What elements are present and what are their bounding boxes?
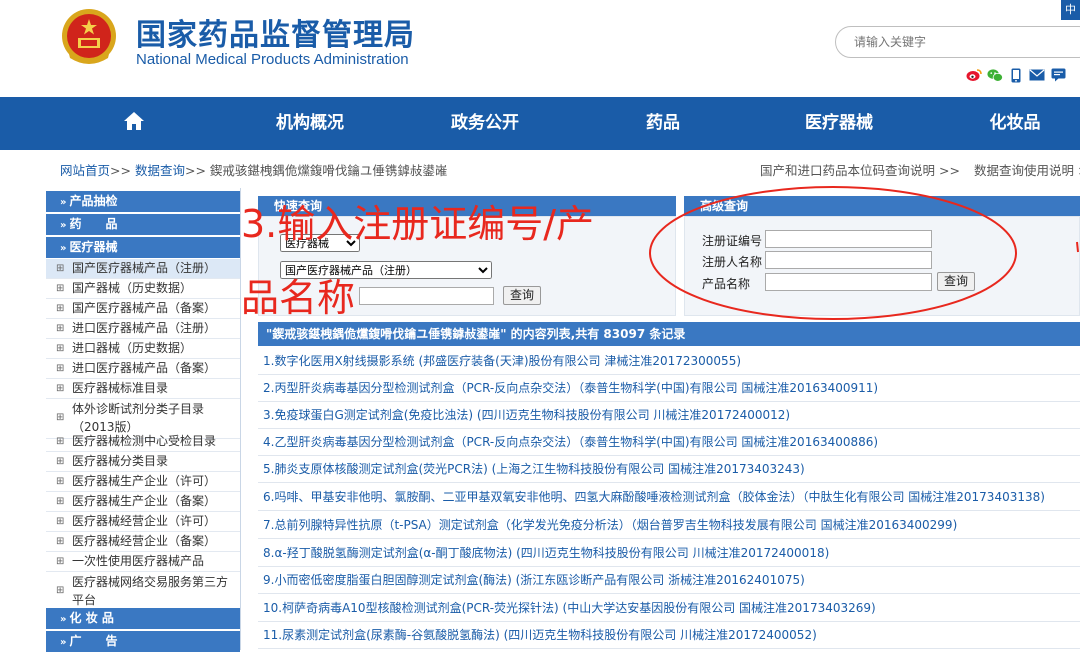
breadcrumb-separator: >> xyxy=(184,163,206,178)
result-row[interactable]: 5.肺炎支原体核酸测定试剂盒(荧光PCR法) (上海之江生物科技股份有限公司 国… xyxy=(258,456,1080,483)
breadcrumb-separator: >> xyxy=(110,163,131,178)
data-query-help-link[interactable]: 数据查询使用说明 xyxy=(974,163,1074,178)
plus-box-icon: ⊞ xyxy=(56,585,65,596)
sidebar-header-drugs[interactable]: » 药 品 xyxy=(46,214,240,235)
result-row[interactable]: 9.小而密低密度脂蛋白胆固醇测定试剂盒(酶法) (浙江东瓯诊断产品有限公司 浙械… xyxy=(258,567,1080,594)
nav-item-drugs[interactable]: 药品 xyxy=(603,97,723,150)
sidebar-item[interactable]: ⊞ 医疗器械经营企业（备案） xyxy=(46,532,240,552)
sidebar: » 产品抽检 » 药 品 » 医疗器械 ⊞ 国产医疗器械产品（注册） ⊞ 国产器械（历史数… xyxy=(46,188,241,652)
share-icon-group xyxy=(966,66,1066,84)
plus-box-icon: ⊞ xyxy=(56,283,65,294)
plus-box-icon: ⊞ xyxy=(56,303,65,314)
plus-box-icon: ⊞ xyxy=(56,412,65,423)
home-icon xyxy=(124,112,144,130)
sidebar-item[interactable]: ⊞ 医疗器械检测中心受检目录 xyxy=(46,432,240,452)
sidebar-item[interactable]: ⊞ 进口器械（历史数据） xyxy=(46,339,240,359)
result-row[interactable]: 1.数字化医用X射线摄影系统 (邦盛医疗装备(天津)股份有限公司 津械注准201… xyxy=(258,348,1080,375)
result-row[interactable]: 2.丙型肝炎病毒基因分型检测试剂盒（PCR-反向点杂交法）（泰普生物科学(中国)… xyxy=(258,375,1080,402)
sidebar-header-sampling[interactable]: » 产品抽检 xyxy=(46,191,240,212)
sidebar-item[interactable]: ⊞ 国产医疗器械产品（注册） xyxy=(46,259,240,279)
nav-item-about[interactable]: 机构概况 xyxy=(250,97,370,150)
plus-box-icon: ⊞ xyxy=(56,363,65,374)
drug-code-help-link[interactable]: 国产和进口药品本位码查询说明 xyxy=(760,163,935,178)
nav-item-cosmetics[interactable]: 化妆品 xyxy=(955,97,1075,150)
nav-item-devices[interactable]: 医疗器械 xyxy=(779,97,899,150)
plus-box-icon: ⊞ xyxy=(56,556,65,567)
help-links: 国产和进口药品本位码查询说明 >> 数据查询使用说明 > xyxy=(760,160,1080,179)
plus-box-icon: ⊞ xyxy=(56,323,65,334)
sidebar-header-cosmetics[interactable]: » 化 妆 品 xyxy=(46,608,240,629)
plus-box-icon: ⊞ xyxy=(56,496,65,507)
national-emblem-logo xyxy=(58,6,120,68)
sidebar-header-ads[interactable]: » 广 告 xyxy=(46,631,240,652)
breadcrumb: 网站首页>> 数据查询>> 鍥戒骇鍖栧鍝佹爣鍑嗗伐鑰ユ倕镌鎼敊鍙嶉 xyxy=(60,160,447,179)
site-title: 国家药品监督管理局 xyxy=(136,18,415,53)
plus-box-icon: ⊞ xyxy=(56,383,65,394)
result-row[interactable]: 10.柯萨奇病毒A10型核酸检测试剂盒(PCR-荧光探针法) (中山大学达安基因… xyxy=(258,595,1080,622)
annotation-ellipse xyxy=(649,186,1079,320)
annotation-text: 品名称 xyxy=(241,276,356,320)
language-switch[interactable]: 中 xyxy=(1061,0,1080,20)
sidebar-item[interactable]: ⊞ 医疗器械网络交易服务第三方平台 xyxy=(46,572,240,610)
sidebar-item[interactable]: ⊞ 医疗器械分类目录 xyxy=(46,452,240,472)
site-header: 国家药品监督管理局 National Medical Products Admi… xyxy=(0,0,1080,97)
sidebar-header-devices[interactable]: » 医疗器械 xyxy=(46,237,240,258)
mail-icon[interactable] xyxy=(1029,67,1045,83)
nav-item-affairs[interactable]: 政务公开 xyxy=(425,97,545,150)
sidebar-item[interactable]: ⊞ 一次性使用医疗器械产品 xyxy=(46,552,240,572)
plus-box-icon: ⊞ xyxy=(56,263,65,274)
result-row[interactable]: 7.总前列腺特异性抗原（t-PSA）测定试剂盒（化学发光免疫分析法）（烟台普罗吉… xyxy=(258,512,1080,539)
main-nav: 机构概况 政务公开 药品 医疗器械 化妆品 xyxy=(0,97,1080,150)
sidebar-item[interactable]: ⊞ 医疗器械经营企业（许可） xyxy=(46,512,240,532)
mobile-icon[interactable] xyxy=(1008,67,1024,83)
result-row[interactable]: 6.吗啡、甲基安非他明、氯胺酮、二亚甲基双氧安非他明、四氢大麻酚酸唾液检测试剂盒… xyxy=(258,484,1080,511)
help-separator: >> xyxy=(939,163,960,178)
feedback-icon[interactable] xyxy=(1050,67,1066,83)
site-search-input[interactable] xyxy=(835,26,1080,58)
result-row[interactable]: 4.乙型肝炎病毒基因分型检测试剂盒（PCR-反向点杂交法）（泰普生物科学(中国)… xyxy=(258,429,1080,456)
nav-home[interactable] xyxy=(105,97,163,150)
quick-query-button[interactable]: 查询 xyxy=(503,286,542,305)
sidebar-item[interactable]: ⊞ 医疗器械生产企业（备案） xyxy=(46,492,240,512)
breadcrumb-query-link[interactable]: 数据查询 xyxy=(135,163,185,178)
plus-box-icon: ⊞ xyxy=(56,436,65,447)
sidebar-item[interactable]: ⊞ 进口医疗器械产品（注册） xyxy=(46,319,240,339)
wechat-icon[interactable] xyxy=(987,67,1003,83)
sidebar-item[interactable]: ⊞ 进口医疗器械产品（备案） xyxy=(46,359,240,379)
plus-box-icon: ⊞ xyxy=(56,536,65,547)
plus-box-icon: ⊞ xyxy=(56,456,65,467)
annotation-text: 3.输入注册证编号/产 xyxy=(241,202,595,246)
result-row[interactable]: 8.α-羟丁酸脱氢酶测定试剂盒(α-酮丁酸底物法) (四川迈克生物科技股份有限公… xyxy=(258,540,1080,567)
sidebar-item[interactable]: ⊞ 国产医疗器械产品（备案） xyxy=(46,299,240,319)
breadcrumb-home-link[interactable]: 网站首页 xyxy=(60,163,110,178)
keyword-input[interactable] xyxy=(359,287,494,305)
sidebar-item[interactable]: ⊞ 医疗器械标准目录 xyxy=(46,379,240,399)
sidebar-item[interactable]: ⊞ 国产器械（历史数据） xyxy=(46,279,240,299)
plus-box-icon: ⊞ xyxy=(56,476,65,487)
plus-box-icon: ⊞ xyxy=(56,516,65,527)
weibo-icon[interactable] xyxy=(966,67,982,83)
sidebar-item[interactable]: ⊞ 医疗器械生产企业（许可） xyxy=(46,472,240,492)
breadcrumb-current: 鍥戒骇鍖栧鍝佹爣鍑嗗伐鑰ユ倕镌鎼敊鍙嶉 xyxy=(209,163,448,178)
plus-box-icon: ⊞ xyxy=(56,343,65,354)
result-row[interactable]: 11.尿素测定试剂盒(尿素酶-谷氨酸脱氢酶法) (四川迈克生物科技股份有限公司 … xyxy=(258,622,1080,649)
result-row[interactable]: 3.免疫球蛋白G测定试剂盒(免疫比浊法) (四川迈克生物科技股份有限公司 川械注… xyxy=(258,402,1080,429)
site-subtitle: National Medical Products Administration xyxy=(136,51,409,68)
